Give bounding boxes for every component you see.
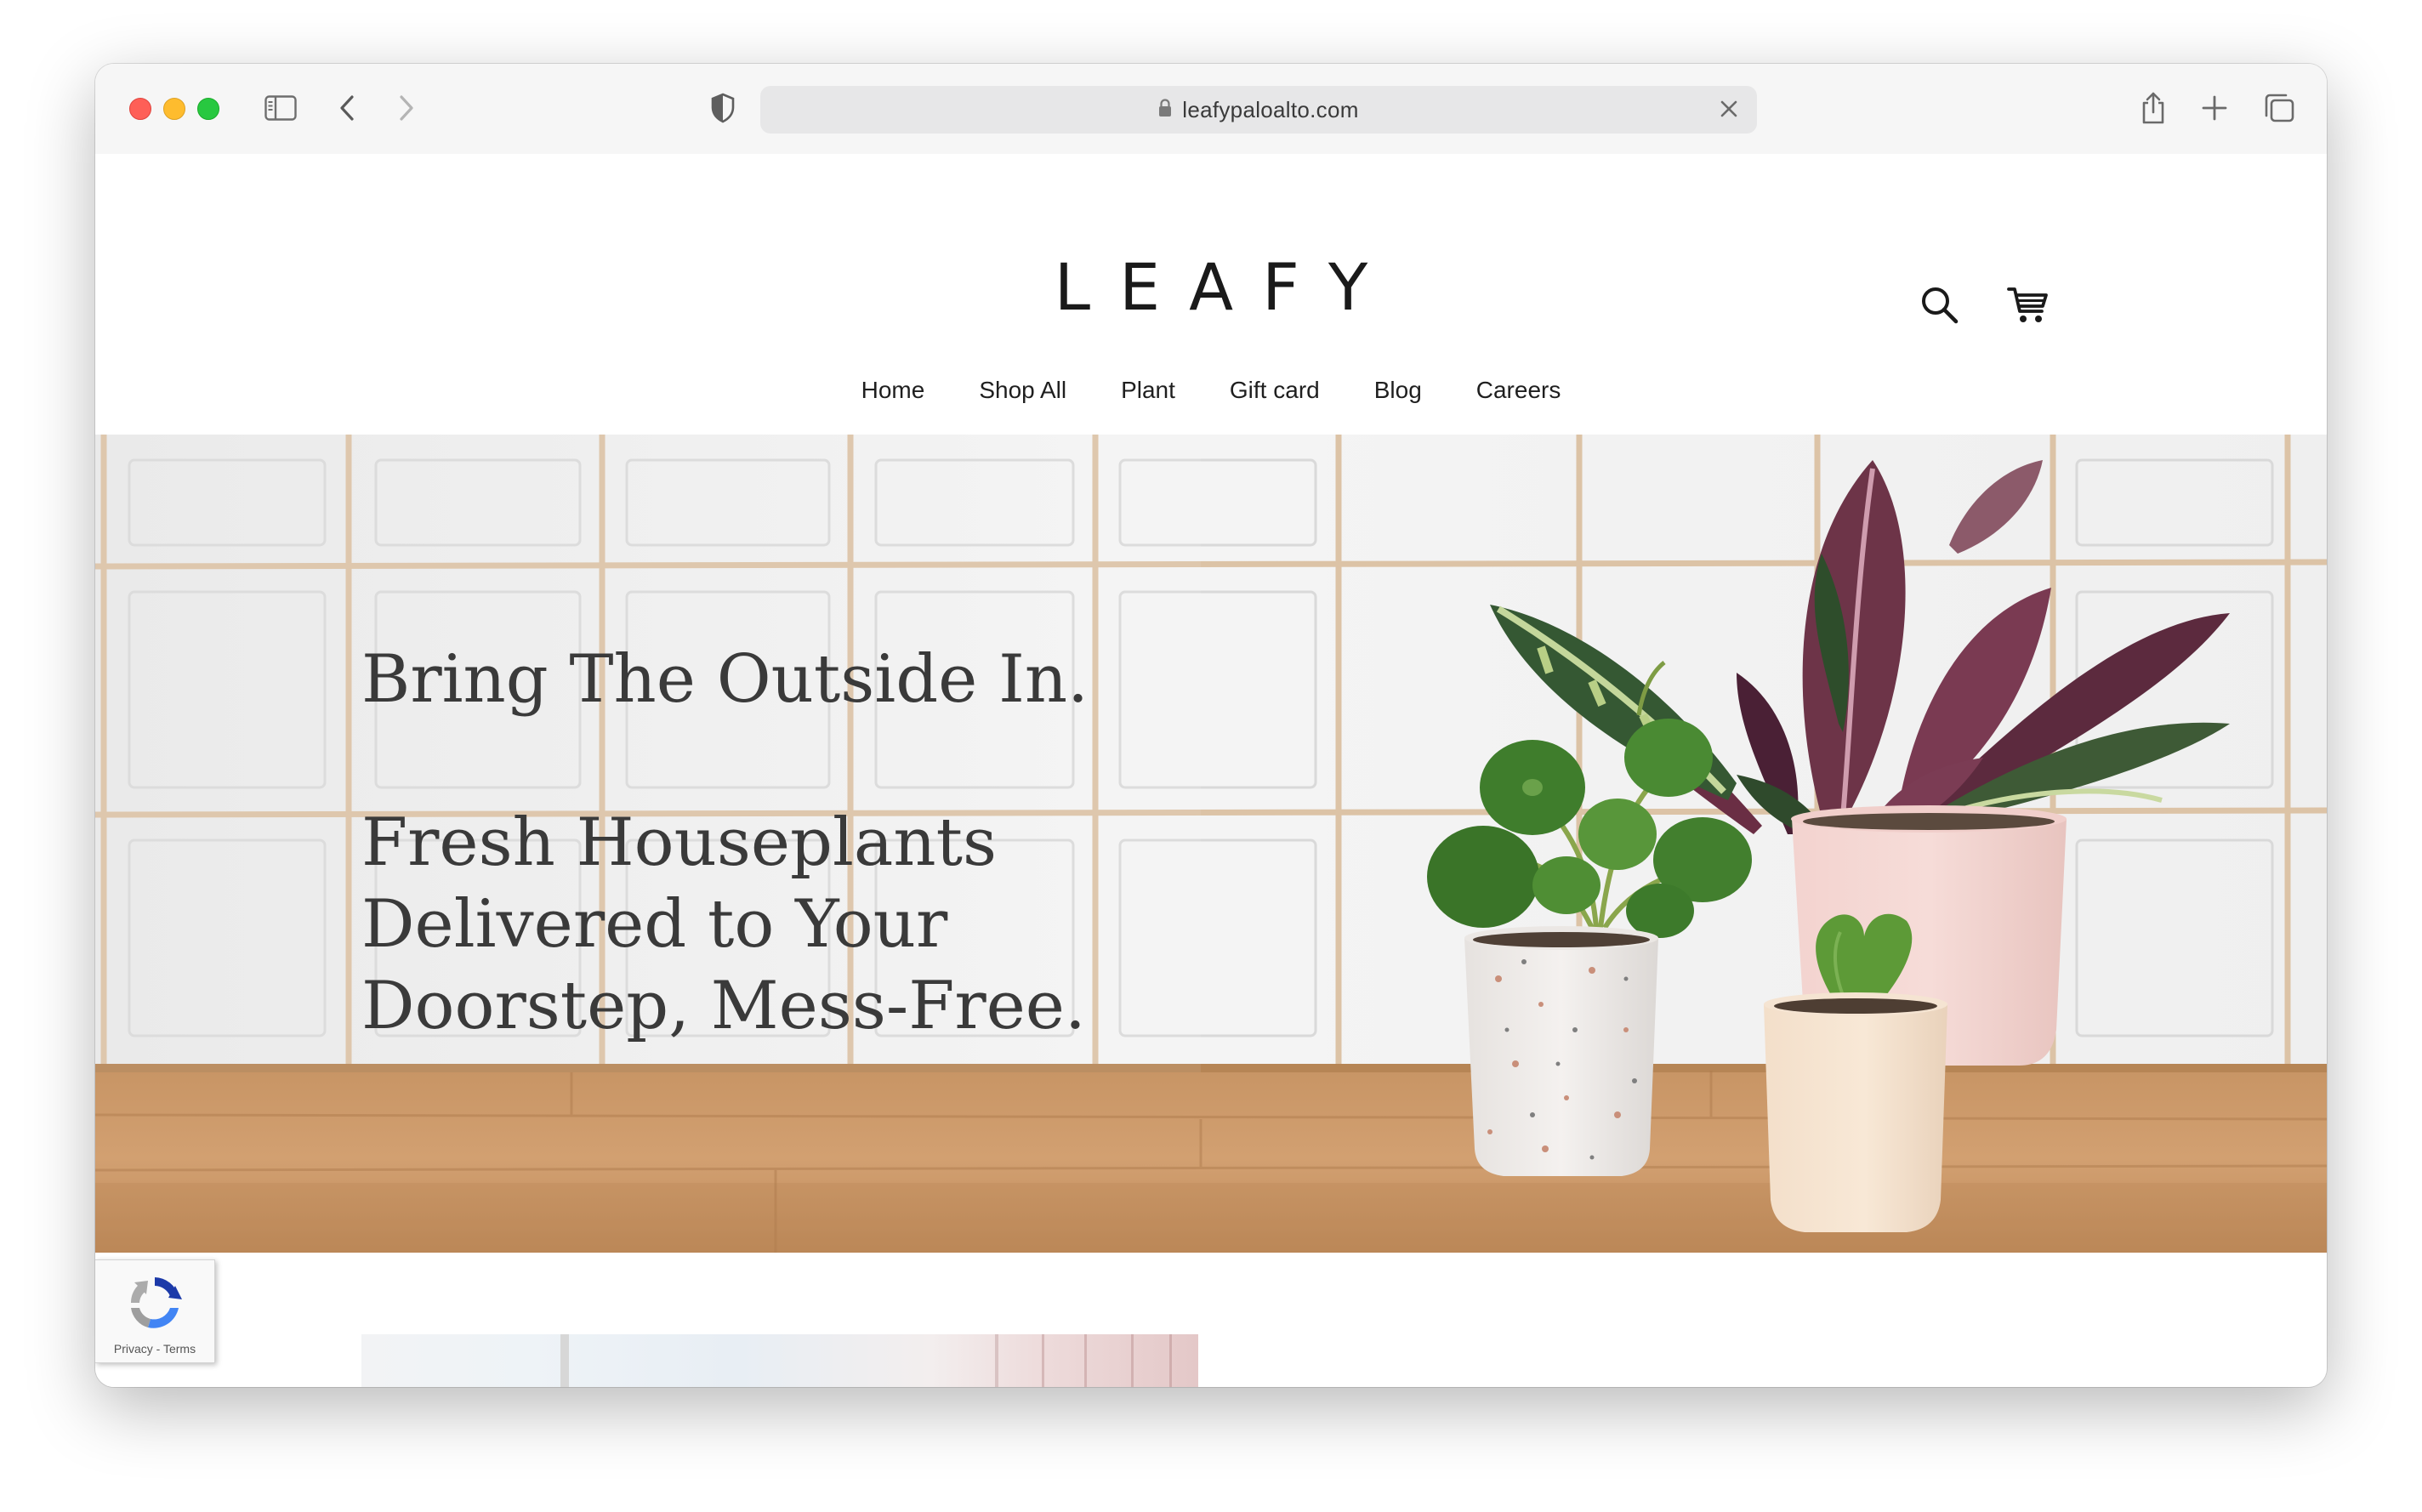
recaptcha-icon (122, 1270, 187, 1339)
clear-url-icon[interactable] (1718, 98, 1740, 124)
site-header: LEAFY Home Shop All Plant Gift card Blog… (95, 154, 2327, 435)
lock-icon (1158, 98, 1172, 122)
hero-banner: Bring The Outside In. Fresh Houseplants … (95, 435, 2327, 1253)
new-tab-icon[interactable] (2197, 89, 2232, 127)
address-url: leafypaloalto.com (1182, 96, 1359, 122)
share-icon[interactable] (2136, 89, 2170, 127)
forward-icon[interactable] (389, 89, 424, 127)
recaptcha-badge[interactable]: Privacy - Terms (95, 1259, 215, 1363)
sidebar-toggle-icon[interactable] (262, 89, 299, 127)
hero-headline-line-2: Delivered to Your (361, 886, 948, 963)
nav-gift-card[interactable]: Gift card (1230, 377, 1320, 404)
hero-tagline: Bring The Outside In. (361, 641, 1089, 718)
tab-overview-icon[interactable] (2260, 89, 2298, 127)
nav-home[interactable]: Home (861, 377, 925, 404)
nav-plant[interactable]: Plant (1121, 377, 1175, 404)
featured-image[interactable] (361, 1334, 1198, 1387)
hero-headline-line-3: Doorstep, Mess-Free. (361, 968, 1086, 1044)
cart-icon[interactable] (2007, 286, 2050, 329)
nav-blog[interactable]: Blog (1374, 377, 1422, 404)
recaptcha-privacy-link[interactable]: Privacy (114, 1342, 153, 1356)
nav-careers[interactable]: Careers (1476, 377, 1561, 404)
browser-toolbar: leafypaloalto.com (95, 64, 2327, 156)
hero-headline-line-1: Fresh Houseplants (361, 804, 998, 881)
zoom-window-button[interactable] (197, 98, 219, 120)
recaptcha-terms-link[interactable]: Terms (163, 1342, 196, 1356)
back-icon[interactable] (330, 89, 364, 127)
nav-shop-all[interactable]: Shop All (979, 377, 1066, 404)
recaptcha-separator: - (152, 1342, 163, 1356)
search-icon[interactable] (1920, 286, 1959, 329)
minimize-window-button[interactable] (163, 98, 185, 120)
site-logo[interactable]: LEAFY (95, 249, 2327, 325)
browser-window: leafypaloalto.com LEAFY Home Shop All Pl… (95, 64, 2327, 1387)
main-nav: Home Shop All Plant Gift card Blog Caree… (95, 377, 2327, 404)
hero-text: Bring The Outside In. Fresh Houseplants … (361, 639, 1127, 1047)
privacy-shield-icon[interactable] (706, 89, 740, 127)
content-section (95, 1253, 2327, 1387)
close-window-button[interactable] (129, 98, 151, 120)
address-bar[interactable]: leafypaloalto.com (760, 86, 1757, 134)
recaptcha-links: Privacy - Terms (95, 1342, 214, 1356)
